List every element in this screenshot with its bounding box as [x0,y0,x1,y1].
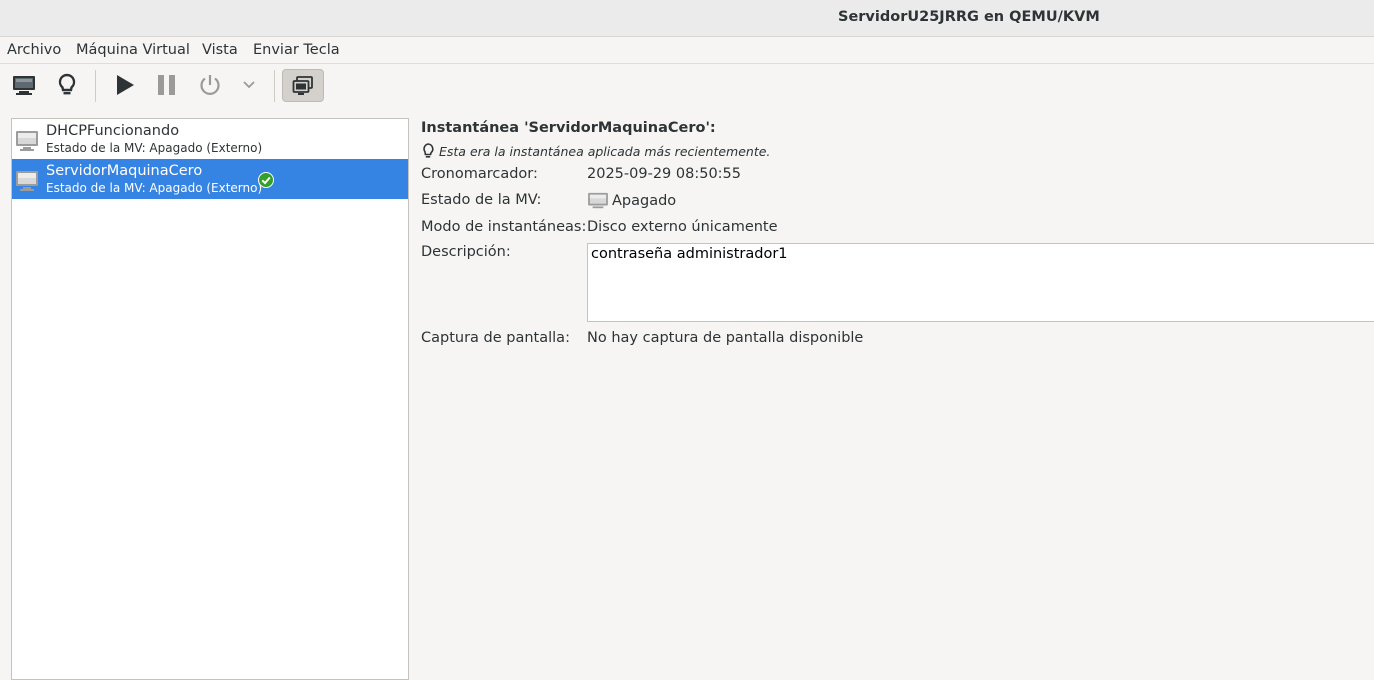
snapshots-icon [292,75,313,95]
toolbar [0,64,1374,108]
title-bar: ServidorU25JRRG en QEMU/KVM [0,0,1374,37]
pause-button[interactable] [150,68,184,102]
screenshot-label: Captura de pantalla: [421,330,570,346]
chevron-down-icon [243,81,255,89]
play-icon [117,75,134,95]
lightbulb-icon [58,73,76,95]
lightbulb-icon [423,143,434,158]
current-snapshot-check-icon [258,172,274,188]
run-button[interactable] [107,68,141,102]
snapshot-name: DHCPFuncionando [46,123,180,139]
timestamp-value: 2025-09-29 08:50:55 [587,166,741,182]
snapshot-row-selected[interactable]: ServidorMaquinaCero Estado de la MV: Apa… [12,159,408,199]
pause-icon [158,75,175,95]
current-snapshot-hint: Esta era la instantánea aplicada más rec… [421,143,770,159]
menu-maquina-virtual[interactable]: Máquina Virtual [76,42,190,58]
description-label: Descripción: [421,244,511,260]
current-snapshot-hint-text: Esta era la instantánea aplicada más rec… [439,143,771,159]
vm-state-text: Apagado [612,193,677,209]
toolbar-separator [274,70,275,102]
menu-bar: Archivo Máquina Virtual Vista Enviar Tec… [0,37,1374,64]
menu-archivo[interactable]: Archivo [7,42,61,58]
menu-vista[interactable]: Vista [202,42,238,58]
snapshot-details-title: Instantánea 'ServidorMaquinaCero': [421,120,716,136]
console-button[interactable] [7,68,41,102]
vm-shutoff-icon [16,131,38,151]
toolbar-separator [95,70,96,102]
screenshot-value: No hay captura de pantalla disponible [587,330,864,346]
snapshot-list: DHCPFuncionando Estado de la MV: Apagado… [11,118,409,680]
vm-state-label: Estado de la MV: [421,192,542,208]
snapshot-state: Estado de la MV: Apagado (Externo) [46,141,263,155]
vm-state-value: Apagado [587,192,676,210]
timestamp-label: Cronomarcador: [421,166,538,182]
menu-enviar-tecla[interactable]: Enviar Tecla [253,42,340,58]
snapshots-button[interactable] [282,69,324,102]
vm-shutoff-icon [16,171,38,191]
vm-shutoff-icon [588,192,608,209]
snapshot-mode-value: Disco externo únicamente [587,219,778,235]
shutdown-button[interactable] [193,68,227,102]
power-icon [200,75,220,95]
details-button[interactable] [50,68,84,102]
window-title: ServidorU25JRRG en QEMU/KVM [838,9,1100,25]
snapshot-mode-label: Modo de instantáneas: [421,219,587,235]
snapshot-name: ServidorMaquinaCero [46,163,203,179]
description-textarea[interactable]: contraseña administrador1 [587,243,1374,322]
snapshot-row[interactable]: DHCPFuncionando Estado de la MV: Apagado… [12,119,408,159]
pane-divider[interactable] [408,118,409,674]
shutdown-menu-button[interactable] [232,68,266,102]
snapshot-state: Estado de la MV: Apagado (Externo) [46,181,263,195]
console-icon [13,76,35,95]
description-text: contraseña administrador1 [591,246,788,262]
